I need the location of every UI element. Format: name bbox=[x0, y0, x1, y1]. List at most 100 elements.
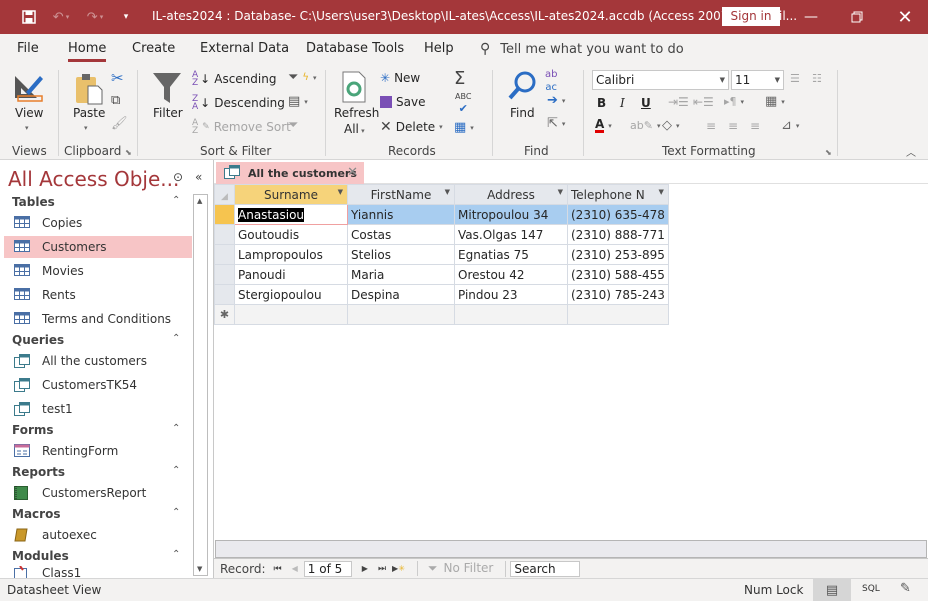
collapse-section-icon[interactable]: ⌃ bbox=[172, 423, 180, 434]
new-blank-record-icon[interactable]: ▶✳ bbox=[392, 564, 405, 573]
cell-firstname[interactable]: Yiannis bbox=[347, 204, 455, 225]
gridlines-icon[interactable]: ▦ ▾ bbox=[765, 94, 785, 109]
nav-item-rentingform[interactable]: RentingForm bbox=[4, 440, 192, 462]
nav-item-copies[interactable]: Copies bbox=[4, 212, 192, 234]
no-filter-button[interactable]: ⏷ No Filter bbox=[416, 561, 493, 576]
table-row[interactable]: Stergiopoulou Despina Pindou 23 (2310) 7… bbox=[214, 284, 669, 305]
refresh-button[interactable] bbox=[341, 71, 367, 103]
sql-view-button[interactable]: SQL bbox=[862, 584, 880, 594]
redo-icon[interactable]: ↷ ▾ bbox=[84, 8, 106, 26]
nav-section-tables[interactable]: Tables ⌃ bbox=[12, 195, 180, 209]
dialog-launcher-icon[interactable]: ⬊ bbox=[825, 148, 832, 157]
font-color-button[interactable]: A ▾ bbox=[595, 118, 612, 133]
search-input[interactable]: Search bbox=[510, 560, 581, 577]
table-row[interactable]: Panoudi Maria Orestou 42 (2310) 588-455 bbox=[214, 264, 669, 285]
advanced-filter-icon[interactable]: ▤ ▾ bbox=[288, 94, 308, 109]
underline-button[interactable]: U bbox=[641, 96, 651, 110]
fill-color-icon[interactable]: ◇ ▾ bbox=[662, 118, 680, 133]
collapse-section-icon[interactable]: ⌃ bbox=[172, 465, 180, 476]
record-selector[interactable] bbox=[214, 224, 235, 245]
document-tab-all-the-customers[interactable]: All the customers ✕ bbox=[216, 162, 364, 184]
nav-section-queries[interactable]: Queries ⌃ bbox=[12, 333, 180, 347]
cell-firstname[interactable]: Stelios bbox=[347, 244, 455, 265]
customize-qat-icon[interactable]: ▾ bbox=[120, 8, 132, 26]
datasheet-view-button[interactable]: ▤ bbox=[813, 579, 851, 601]
close-icon[interactable]: ✕ bbox=[882, 0, 928, 34]
collapse-section-icon[interactable]: ⌃ bbox=[172, 507, 180, 518]
nav-section-reports[interactable]: Reports ⌃ bbox=[12, 465, 180, 479]
first-record-icon[interactable]: ⏮ bbox=[274, 564, 282, 574]
cell-telephone[interactable]: (2310) 785-243 bbox=[567, 284, 669, 305]
tab-external-data[interactable]: External Data bbox=[200, 41, 289, 56]
tab-home[interactable]: Home bbox=[68, 41, 107, 62]
collapse-section-icon[interactable]: ⌃ bbox=[172, 333, 180, 344]
nav-item-autoexec[interactable]: autoexec bbox=[4, 524, 192, 546]
nav-item-rents[interactable]: Rents bbox=[4, 284, 192, 306]
highlight-icon[interactable]: ab✎ ▾ bbox=[630, 119, 660, 132]
font-name-select[interactable]: Calibri ▼ bbox=[592, 70, 729, 90]
format-painter-icon[interactable]: 🖌 bbox=[111, 116, 128, 131]
previous-record-icon[interactable]: ◀ bbox=[292, 564, 298, 573]
scroll-down-icon[interactable]: ▼ bbox=[197, 565, 202, 573]
restore-icon[interactable] bbox=[834, 0, 880, 34]
go-to-icon[interactable]: ➔ ▾ bbox=[547, 93, 565, 108]
cell-telephone[interactable]: (2310) 253-895 bbox=[567, 244, 669, 265]
collapse-section-icon[interactable]: ⌃ bbox=[172, 195, 180, 206]
table-row[interactable]: Anastasiou Yiannis Mitropoulou 34 (2310)… bbox=[214, 204, 669, 225]
last-record-icon[interactable]: ⏭ bbox=[378, 564, 386, 574]
toggle-filter-icon[interactable]: ⏷ bbox=[288, 118, 298, 133]
nav-item-terms-and-conditions[interactable]: Terms and Conditions bbox=[4, 308, 192, 330]
nav-item-class1[interactable]: Class1 bbox=[4, 566, 192, 578]
cell-telephone[interactable]: (2310) 588-455 bbox=[567, 264, 669, 285]
record-selector[interactable] bbox=[214, 244, 235, 265]
column-dropdown-icon[interactable]: ▼ bbox=[658, 188, 663, 196]
nav-item-test1[interactable]: test1 bbox=[4, 398, 192, 420]
minimize-icon[interactable]: — bbox=[788, 0, 834, 34]
table-row[interactable]: Goutoudis Costas Vas.Olgas 147 (2310) 88… bbox=[214, 224, 669, 245]
italic-button[interactable]: I bbox=[620, 96, 625, 110]
nav-item-movies[interactable]: Movies bbox=[4, 260, 192, 282]
column-dropdown-icon[interactable]: ▼ bbox=[558, 188, 563, 196]
nav-section-forms[interactable]: Forms ⌃ bbox=[12, 423, 180, 437]
column-header-firstname[interactable]: FirstName ▼ bbox=[347, 184, 455, 205]
design-view-icon[interactable]: ✎ bbox=[900, 581, 911, 596]
cell-surname[interactable]: Lampropoulos bbox=[234, 244, 348, 265]
cell-address[interactable]: Orestou 42 bbox=[454, 264, 568, 285]
nav-menu-dropdown-icon[interactable]: ⊙ bbox=[173, 170, 183, 184]
cell-surname[interactable]: Panoudi bbox=[234, 264, 348, 285]
column-header-surname[interactable]: Surname ▼ bbox=[234, 184, 348, 205]
numbering-icon[interactable]: ☷ bbox=[812, 72, 822, 85]
column-dropdown-icon[interactable]: ▼ bbox=[445, 188, 450, 196]
select-all-corner[interactable]: ◢ bbox=[214, 184, 235, 205]
tell-me-search[interactable]: ⚲ Tell me what you want to do bbox=[480, 41, 684, 57]
cell-firstname[interactable]: Costas bbox=[347, 224, 455, 245]
view-button[interactable] bbox=[12, 70, 46, 104]
spelling-icon[interactable]: ABC ✔ bbox=[455, 93, 471, 115]
align-center-icon[interactable]: ≡ bbox=[728, 119, 738, 133]
bold-button[interactable]: B bbox=[597, 96, 606, 110]
new-record-button[interactable]: ✳ New bbox=[380, 71, 420, 85]
totals-icon[interactable]: Σ bbox=[454, 68, 465, 89]
cell-address[interactable]: Vas.Olgas 147 bbox=[454, 224, 568, 245]
tab-file[interactable]: File bbox=[17, 41, 39, 56]
column-dropdown-icon[interactable]: ▼ bbox=[338, 188, 343, 196]
cell-address[interactable]: Egnatias 75 bbox=[454, 244, 568, 265]
cell-firstname[interactable]: Maria bbox=[347, 264, 455, 285]
column-header-telephone[interactable]: Telephone N ▼ bbox=[567, 184, 669, 205]
replace-icon[interactable]: ab ac bbox=[545, 70, 557, 93]
current-record-input[interactable]: 1 of 5 bbox=[303, 560, 352, 577]
cell-address[interactable]: Mitropoulou 34 bbox=[454, 204, 568, 225]
tab-database-tools[interactable]: Database Tools bbox=[306, 41, 404, 56]
ascending-button[interactable]: A Z ↓ Ascending bbox=[192, 71, 276, 88]
nav-item-all-the-customers[interactable]: All the customers bbox=[4, 350, 192, 372]
table-row[interactable]: Lampropoulos Stelios Egnatias 75 (2310) … bbox=[214, 244, 669, 265]
paste-button[interactable] bbox=[74, 72, 104, 106]
nav-item-customers[interactable]: Customers bbox=[4, 236, 192, 258]
new-record-icon[interactable]: ✱ bbox=[214, 304, 235, 325]
more-records-icon[interactable]: ▦ ▾ bbox=[454, 120, 474, 135]
nav-section-macros[interactable]: Macros ⌃ bbox=[12, 507, 180, 521]
nav-pane-scrollbar[interactable]: ▲ ▼ bbox=[193, 194, 208, 576]
save-icon[interactable] bbox=[20, 8, 38, 26]
cell-surname[interactable]: Goutoudis bbox=[234, 224, 348, 245]
font-size-select[interactable]: 11 ▼ bbox=[731, 70, 784, 90]
